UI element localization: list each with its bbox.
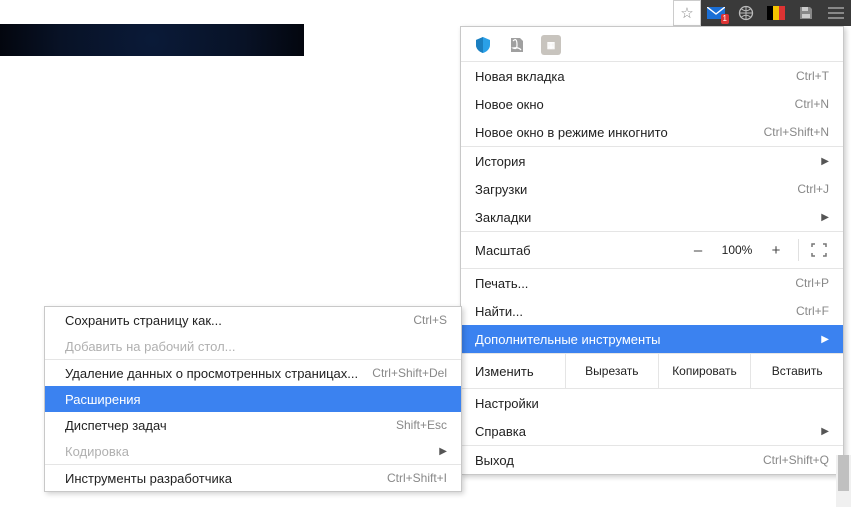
submenu-label: Удаление данных о просмотренных страница… bbox=[65, 366, 372, 381]
menu-shortcut: Ctrl+P bbox=[795, 276, 829, 290]
submenu-label: Сохранить страницу как... bbox=[65, 313, 413, 328]
menu-label: История bbox=[475, 154, 815, 169]
menu-label: Найти... bbox=[475, 304, 796, 319]
scrollbar[interactable] bbox=[836, 455, 851, 507]
menu-more-tools[interactable]: Дополнительные инструменты ▶ bbox=[461, 325, 843, 353]
menu-label: Новая вкладка bbox=[475, 69, 796, 84]
flag-extension-icon[interactable] bbox=[761, 0, 791, 26]
menu-shortcut: Ctrl+T bbox=[796, 69, 829, 83]
submenu-label: Добавить на рабочий стол... bbox=[65, 339, 447, 354]
edit-copy-button[interactable]: Копировать bbox=[658, 354, 751, 388]
menu-exit[interactable]: Выход Ctrl+Shift+Q bbox=[461, 446, 843, 474]
menu-label: Справка bbox=[475, 424, 815, 439]
submenu-shortcut: Shift+Esc bbox=[396, 418, 447, 432]
submenu-label: Кодировка bbox=[65, 444, 433, 459]
menu-edit-row: Изменить Вырезать Копировать Вставить bbox=[461, 354, 843, 388]
fullscreen-icon[interactable] bbox=[805, 239, 833, 261]
zoom-in-button[interactable]: + bbox=[760, 237, 792, 263]
submenu-dev-tools[interactable]: Инструменты разработчика Ctrl+Shift+I bbox=[45, 465, 461, 491]
mail-extension-icon[interactable]: 1 bbox=[701, 0, 731, 26]
page-header-background bbox=[0, 24, 304, 56]
submenu-clear-data[interactable]: Удаление данных о просмотренных страница… bbox=[45, 360, 461, 386]
more-tools-submenu: Сохранить страницу как... Ctrl+S Добавит… bbox=[44, 306, 462, 492]
menu-label: Загрузки bbox=[475, 182, 797, 197]
submenu-label: Диспетчер задач bbox=[65, 418, 396, 433]
menu-label: Печать... bbox=[475, 276, 795, 291]
chevron-right-icon: ▶ bbox=[821, 212, 829, 223]
submenu-save-page[interactable]: Сохранить страницу как... Ctrl+S bbox=[45, 307, 461, 333]
menu-new-tab[interactable]: Новая вкладка Ctrl+T bbox=[461, 62, 843, 90]
zoom-label: Масштаб bbox=[475, 243, 682, 258]
submenu-label: Расширения bbox=[65, 392, 447, 407]
divider bbox=[798, 239, 799, 261]
submenu-shortcut: Ctrl+S bbox=[413, 313, 447, 327]
mail-badge: 1 bbox=[721, 14, 729, 24]
zoom-out-button[interactable]: – bbox=[682, 237, 714, 263]
menu-shortcut: Ctrl+J bbox=[797, 182, 829, 196]
submenu-extensions[interactable]: Расширения bbox=[45, 386, 461, 412]
menu-zoom: Масштаб – 100% + bbox=[461, 232, 843, 268]
shield-icon[interactable] bbox=[473, 35, 493, 55]
submenu-task-manager[interactable]: Диспетчер задач Shift+Esc bbox=[45, 412, 461, 438]
globe-extension-icon[interactable] bbox=[731, 0, 761, 26]
menu-shortcut: Ctrl+F bbox=[796, 304, 829, 318]
chevron-right-icon: ▶ bbox=[821, 334, 829, 345]
menu-history[interactable]: История ▶ bbox=[461, 147, 843, 175]
menu-shortcut: Ctrl+N bbox=[795, 97, 829, 111]
menu-shortcut: Ctrl+Shift+N bbox=[764, 125, 829, 139]
submenu-label: Инструменты разработчика bbox=[65, 471, 387, 486]
menu-label: Настройки bbox=[475, 396, 829, 411]
menu-settings[interactable]: Настройки bbox=[461, 389, 843, 417]
menu-extension-row: ▦ bbox=[461, 27, 843, 61]
chevron-right-icon: ▶ bbox=[439, 446, 447, 457]
bookmark-star-icon[interactable]: ☆ bbox=[673, 0, 701, 26]
browser-toolbar: ☆ 1 bbox=[673, 0, 851, 26]
app-icon[interactable]: ▦ bbox=[541, 35, 561, 55]
menu-label: Закладки bbox=[475, 210, 815, 225]
menu-label: Новое окно bbox=[475, 97, 795, 112]
zoom-value: 100% bbox=[714, 243, 760, 257]
menu-new-window[interactable]: Новое окно Ctrl+N bbox=[461, 90, 843, 118]
menu-hamburger-icon[interactable] bbox=[821, 0, 851, 26]
scrollbar-thumb[interactable] bbox=[838, 455, 849, 491]
main-menu: ▦ Новая вкладка Ctrl+T Новое окно Ctrl+N… bbox=[460, 26, 844, 475]
save-extension-icon[interactable] bbox=[791, 0, 821, 26]
edit-cut-button[interactable]: Вырезать bbox=[565, 354, 658, 388]
menu-shortcut: Ctrl+Shift+Q bbox=[763, 453, 829, 467]
submenu-add-desktop: Добавить на рабочий стол... bbox=[45, 333, 461, 359]
submenu-shortcut: Ctrl+Shift+Del bbox=[372, 366, 447, 380]
menu-label: Новое окно в режиме инкогнито bbox=[475, 125, 764, 140]
edit-label: Изменить bbox=[475, 364, 565, 379]
menu-incognito[interactable]: Новое окно в режиме инкогнито Ctrl+Shift… bbox=[461, 118, 843, 146]
menu-bookmarks[interactable]: Закладки ▶ bbox=[461, 203, 843, 231]
menu-label: Выход bbox=[475, 453, 763, 468]
pdf-icon[interactable] bbox=[507, 35, 527, 55]
edit-paste-button[interactable]: Вставить bbox=[750, 354, 843, 388]
menu-label: Дополнительные инструменты bbox=[475, 332, 815, 347]
menu-downloads[interactable]: Загрузки Ctrl+J bbox=[461, 175, 843, 203]
chevron-right-icon: ▶ bbox=[821, 156, 829, 167]
submenu-encoding[interactable]: Кодировка ▶ bbox=[45, 438, 461, 464]
chevron-right-icon: ▶ bbox=[821, 426, 829, 437]
menu-help[interactable]: Справка ▶ bbox=[461, 417, 843, 445]
menu-print[interactable]: Печать... Ctrl+P bbox=[461, 269, 843, 297]
menu-find[interactable]: Найти... Ctrl+F bbox=[461, 297, 843, 325]
submenu-shortcut: Ctrl+Shift+I bbox=[387, 471, 447, 485]
